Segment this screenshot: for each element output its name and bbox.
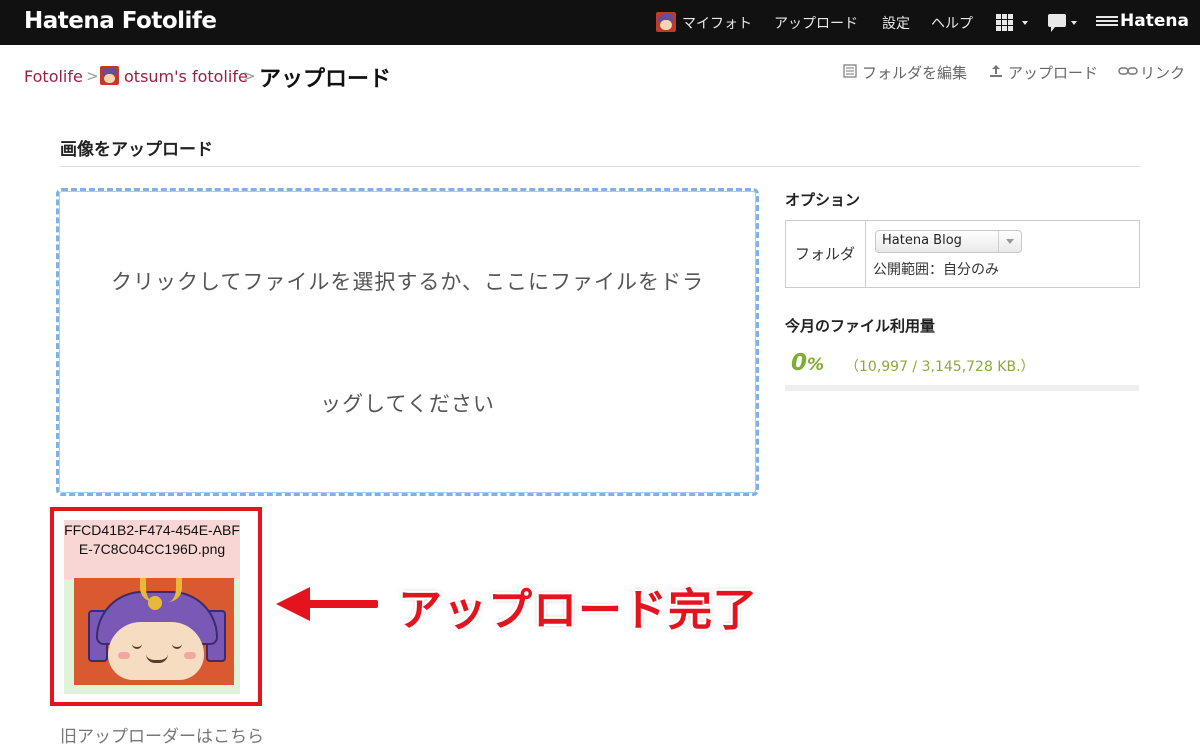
folder-edit-icon	[843, 64, 857, 78]
upload-icon	[990, 65, 1002, 77]
annotation-arrow-icon	[276, 587, 310, 621]
file-dropzone[interactable]: クリックしてファイルを選択するか、ここにファイルをドラ ッグしてください	[56, 188, 759, 496]
select-arrow-area	[998, 231, 1021, 252]
options-table: フォルダ Hatena Blog 公開範囲：自分のみ	[785, 220, 1140, 288]
breadcrumb-separator: >	[243, 67, 256, 85]
nav-upload[interactable]: アップロード	[774, 13, 858, 33]
annotation-arrow-shaft	[306, 600, 378, 608]
usage-percent: 0%	[791, 350, 824, 376]
breadcrumb-fotolife[interactable]: Fotolife	[24, 67, 83, 86]
uploaded-thumbnail-highlight: FFCD41B2-F474-454E-ABFE-7C8C04CC196D.png	[50, 507, 262, 706]
page-title: アップロード	[259, 67, 392, 92]
user-avatar-icon[interactable]	[656, 12, 676, 32]
old-uploader-link[interactable]: 旧アップローダーはこちら	[60, 722, 264, 747]
dropzone-instruction-line1: クリックしてファイルを選択するか、ここにファイルをドラ	[111, 270, 704, 294]
breadcrumb-user[interactable]: otsum's fotolife	[124, 67, 248, 86]
edit-folder-link[interactable]: フォルダを編集	[862, 62, 967, 83]
grid-menu-icon[interactable]	[996, 14, 1013, 31]
notification-bubble-icon[interactable]	[1048, 14, 1066, 32]
nav-settings[interactable]: 設定	[882, 13, 910, 33]
link-link[interactable]: リンク	[1140, 62, 1185, 83]
upload-complete-annotation: アップロード完了	[398, 585, 758, 636]
page-actions: フォルダを編集 アップロード リンク	[843, 60, 1190, 84]
user-avatar-icon	[100, 66, 119, 85]
usage-title: 今月のファイル利用量	[785, 317, 936, 335]
visibility-text: 公開範囲：自分のみ	[873, 262, 999, 278]
upload-link[interactable]: アップロード	[1008, 62, 1098, 83]
folder-select-value: Hatena Blog	[882, 233, 962, 248]
hatena-brand-link[interactable]: Hatena	[1120, 11, 1189, 31]
hatena-mark-icon	[1096, 16, 1118, 28]
folder-label-cell: フォルダ	[786, 221, 866, 287]
usage-percent-value: 0	[791, 350, 808, 376]
breadcrumb-separator: >	[86, 67, 99, 85]
top-nav-bar: Hatena Fotolife マイフォト アップロード 設定 ヘルプ Hate…	[0, 0, 1200, 45]
samurai-illustration	[74, 578, 234, 685]
options-title: オプション	[785, 191, 861, 209]
top-nav: マイフォト アップロード 設定 ヘルプ Hatena	[0, 0, 1200, 45]
section-title: 画像をアップロード	[60, 140, 213, 160]
nav-my-foto[interactable]: マイフォト	[682, 13, 752, 33]
usage-percent-unit: %	[807, 355, 825, 375]
chevron-down-icon[interactable]	[1071, 21, 1077, 25]
chevron-down-icon[interactable]	[1022, 21, 1028, 25]
nav-help[interactable]: ヘルプ	[931, 13, 973, 33]
chevron-down-icon	[1006, 239, 1014, 244]
dropzone-instruction-line2: ッグしてください	[320, 392, 495, 416]
usage-detail: （10,997 / 3,145,728 KB.）	[845, 359, 1035, 375]
link-icon	[1118, 67, 1138, 75]
folder-select[interactable]: Hatena Blog	[875, 230, 1022, 253]
folder-label: フォルダ	[795, 245, 856, 263]
usage-progress-bar	[785, 385, 1139, 391]
uploaded-filename: FFCD41B2-F474-454E-ABFE-7C8C04CC196D.png	[64, 522, 240, 557]
section-divider	[60, 166, 1140, 167]
